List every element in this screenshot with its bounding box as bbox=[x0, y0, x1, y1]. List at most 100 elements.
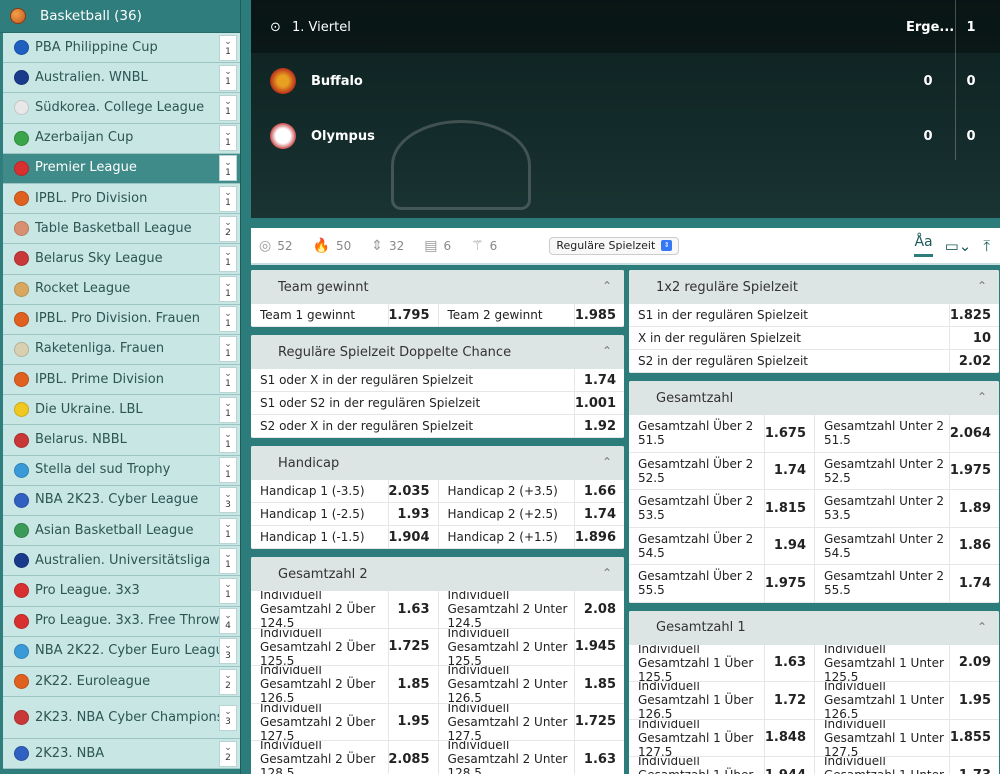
bet-odds[interactable]: 1.825 bbox=[949, 304, 999, 326]
bet-cell[interactable]: Handicap 1 (-2.5) 1.93 bbox=[251, 503, 438, 525]
sidebar-league-item[interactable]: Belarus Sky League ⌄ 1 bbox=[3, 244, 240, 275]
collapse-chevron-icon[interactable]: ⌃ bbox=[602, 344, 612, 358]
filter-fire[interactable]: 🔥 50 bbox=[313, 238, 352, 254]
bet-odds[interactable]: 2.08 bbox=[574, 591, 624, 628]
league-count-toggle[interactable]: ⌄ 1 bbox=[219, 155, 237, 182]
league-count-toggle[interactable]: ⌄ 1 bbox=[219, 245, 237, 272]
bet-odds[interactable]: 2.085 bbox=[387, 741, 438, 774]
bet-cell[interactable]: Gesamtzahl Über 2 51.5 1.675 bbox=[629, 415, 814, 452]
sidebar-league-item[interactable]: Die Ukraine. LBL ⌄ 1 bbox=[3, 395, 240, 426]
bet-cell[interactable]: Individuell Gesamtzahl 1 Über 127.5 1.848 bbox=[629, 719, 814, 756]
league-count-toggle[interactable]: ⌄ 1 bbox=[219, 306, 237, 333]
market-header[interactable]: Gesamtzahl 1 ⌃ bbox=[629, 610, 999, 645]
league-count-toggle[interactable]: ⌄ 1 bbox=[219, 185, 237, 212]
bet-odds[interactable]: 1.89 bbox=[949, 490, 999, 527]
bet-odds[interactable]: 2.09 bbox=[949, 644, 999, 681]
league-count-toggle[interactable]: ⌄ 1 bbox=[219, 457, 237, 484]
bet-odds[interactable]: 1.725 bbox=[387, 628, 438, 665]
collapse-chevron-icon[interactable]: ⌃ bbox=[602, 455, 612, 469]
bet-odds[interactable]: 1.815 bbox=[764, 490, 814, 527]
bet-cell[interactable]: Individuell Gesamtzahl 1 Über 126.5 1.72 bbox=[629, 682, 814, 719]
league-count-toggle[interactable]: ⌄ 1 bbox=[219, 396, 237, 423]
bet-cell[interactable]: Individuell Gesamtzahl 2 Unter 126.5 1.85 bbox=[437, 666, 625, 703]
filter-updown[interactable]: ⇕ 32 bbox=[371, 238, 404, 254]
league-count-toggle[interactable]: ⌄ 1 bbox=[219, 547, 237, 574]
sidebar-league-item[interactable]: Premier League ⌄ 1 bbox=[3, 153, 240, 184]
bet-odds[interactable]: 1.92 bbox=[574, 415, 624, 437]
market-header[interactable]: Team gewinnt ⌃ bbox=[251, 270, 624, 304]
bet-cell[interactable]: Handicap 2 (+2.5) 1.74 bbox=[437, 503, 625, 525]
league-count-toggle[interactable]: ⌄ 2 bbox=[219, 215, 237, 242]
bet-cell[interactable]: Individuell Gesamtzahl 2 Unter 128.5 1.63 bbox=[437, 741, 625, 774]
bet-cell[interactable]: Gesamtzahl Unter 2 51.5 2.064 bbox=[814, 415, 999, 452]
sidebar-league-item[interactable]: IPBL. Prime Division ⌄ 1 bbox=[3, 365, 240, 396]
bet-cell[interactable]: Handicap 2 (+1.5) 1.896 bbox=[437, 526, 625, 548]
bet-odds[interactable]: 10 bbox=[949, 327, 999, 349]
market-header[interactable]: Gesamtzahl ⌃ bbox=[629, 381, 999, 415]
bet-odds[interactable]: 1.001 bbox=[574, 392, 624, 414]
bet-cell[interactable]: Individuell Gesamtzahl 2 Unter 125.5 1.94… bbox=[437, 628, 625, 665]
bet-cell[interactable]: Gesamtzahl Über 2 55.5 1.975 bbox=[629, 565, 814, 602]
bet-odds[interactable]: 1.74 bbox=[764, 452, 814, 489]
filter-bars[interactable]: ▤ 6 bbox=[424, 238, 451, 254]
sidebar-header[interactable]: Basketball (36) bbox=[0, 0, 240, 33]
market-header[interactable]: 1x2 reguläre Spielzeit ⌃ bbox=[629, 270, 999, 304]
league-count-toggle[interactable]: ⌄ 3 bbox=[219, 638, 237, 665]
bet-odds[interactable]: 1.944 bbox=[764, 757, 814, 774]
bet-odds[interactable]: 1.848 bbox=[764, 719, 814, 756]
sidebar-league-item[interactable]: Pro League. 3x3. Free Throw ⌄ 4 bbox=[3, 606, 240, 637]
market-header[interactable]: Gesamtzahl 2 ⌃ bbox=[251, 557, 624, 591]
bet-cell[interactable]: Gesamtzahl Unter 2 55.5 1.74 bbox=[814, 565, 999, 602]
bet-cell[interactable]: Individuell Gesamtzahl 2 Unter 127.5 1.72… bbox=[437, 703, 625, 740]
sidebar-league-item[interactable]: Pro League. 3x3 ⌄ 1 bbox=[3, 576, 240, 607]
league-count-toggle[interactable]: ⌄ 2 bbox=[219, 668, 237, 695]
sidebar-league-item[interactable]: Azerbaijan Cup ⌄ 1 bbox=[3, 123, 240, 154]
bet-odds[interactable]: 1.95 bbox=[387, 703, 438, 740]
sidebar-league-item[interactable]: 2K23. NBA Cyber Championship⌄3 bbox=[3, 697, 240, 740]
bet-odds[interactable]: 1.896 bbox=[574, 526, 624, 548]
bet-cell[interactable]: Gesamtzahl Unter 2 52.5 1.975 bbox=[814, 452, 999, 489]
bet-cell[interactable]: Individuell Gesamtzahl 1 Unter 126.5 1.95 bbox=[814, 682, 999, 719]
bet-odds[interactable]: 1.985 bbox=[574, 304, 624, 326]
bet-odds[interactable]: 1.855 bbox=[949, 719, 999, 756]
bet-odds[interactable]: 1.74 bbox=[574, 369, 624, 391]
sidebar-league-item[interactable]: NBA 2K23. Cyber League ⌄ 3 bbox=[3, 485, 240, 516]
bet-odds[interactable]: 1.85 bbox=[574, 666, 624, 703]
bet-odds[interactable]: 1.975 bbox=[949, 452, 999, 489]
bet-odds[interactable]: 1.63 bbox=[387, 591, 438, 628]
bet-row[interactable]: S1 in der regulären Spielzeit 1.825 bbox=[629, 304, 999, 327]
bet-cell[interactable]: Gesamtzahl Unter 2 54.5 1.86 bbox=[814, 527, 999, 564]
font-size-icon[interactable]: Åa bbox=[914, 234, 933, 257]
bet-cell[interactable]: Handicap 1 (-3.5) 2.035 bbox=[251, 480, 438, 502]
sidebar-league-item[interactable]: Raketenliga. Frauen ⌄ 1 bbox=[3, 334, 240, 366]
bet-odds[interactable]: 1.74 bbox=[574, 503, 624, 525]
sidebar-league-item[interactable]: Rocket League ⌄ 1 bbox=[3, 274, 240, 305]
bet-odds[interactable]: 1.95 bbox=[949, 682, 999, 719]
sidebar-league-item[interactable]: Australien. WNBL ⌄ 1 bbox=[3, 63, 240, 94]
bet-row[interactable]: S2 in der regulären Spielzeit 2.02 bbox=[629, 350, 999, 373]
league-count-toggle[interactable]: ⌄ 4 bbox=[219, 608, 237, 635]
sidebar-league-item[interactable]: Australien. Universitätsliga ⌄ 1 bbox=[3, 546, 240, 577]
bet-cell[interactable]: Gesamtzahl Unter 2 53.5 1.89 bbox=[814, 490, 999, 527]
market-header[interactable]: Handicap ⌃ bbox=[251, 446, 624, 480]
bet-odds[interactable]: 1.72 bbox=[764, 682, 814, 719]
period-select[interactable]: Reguläre Spielzeit ⇕ bbox=[549, 236, 680, 255]
bet-odds[interactable]: 1.85 bbox=[387, 666, 438, 703]
collapse-chevron-icon[interactable]: ⌃ bbox=[602, 279, 612, 293]
filter-target[interactable]: ◎ 52 bbox=[259, 238, 293, 254]
sidebar-league-item[interactable]: Asian Basketball League ⌄ 1 bbox=[3, 516, 240, 547]
league-count-toggle[interactable]: ⌄ 3 bbox=[219, 487, 237, 514]
bet-odds[interactable]: 2.02 bbox=[949, 350, 999, 372]
bet-odds[interactable]: 1.93 bbox=[387, 503, 438, 525]
bet-cell[interactable]: Individuell Gesamtzahl 2 Über 126.5 1.85 bbox=[251, 666, 438, 703]
league-count-toggle[interactable]: ⌄ 1 bbox=[219, 34, 237, 61]
bet-cell[interactable]: Individuell Gesamtzahl 2 Unter 124.5 2.08 bbox=[437, 591, 625, 628]
bet-odds[interactable]: 1.86 bbox=[949, 527, 999, 564]
bet-row[interactable]: S2 oder X in der regulären Spielzeit 1.92 bbox=[251, 415, 624, 438]
columns-layout-icon[interactable]: ▭⌄ bbox=[945, 237, 972, 255]
bet-cell[interactable]: Team 1 gewinnt 1.795 bbox=[251, 304, 438, 326]
league-count-toggle[interactable]: ⌄ 1 bbox=[219, 366, 237, 393]
market-header[interactable]: Reguläre Spielzeit Doppelte Chance ⌃ bbox=[251, 335, 624, 369]
collapse-chevron-icon[interactable]: ⌃ bbox=[977, 620, 987, 634]
bet-cell[interactable]: Gesamtzahl Über 2 52.5 1.74 bbox=[629, 452, 814, 489]
